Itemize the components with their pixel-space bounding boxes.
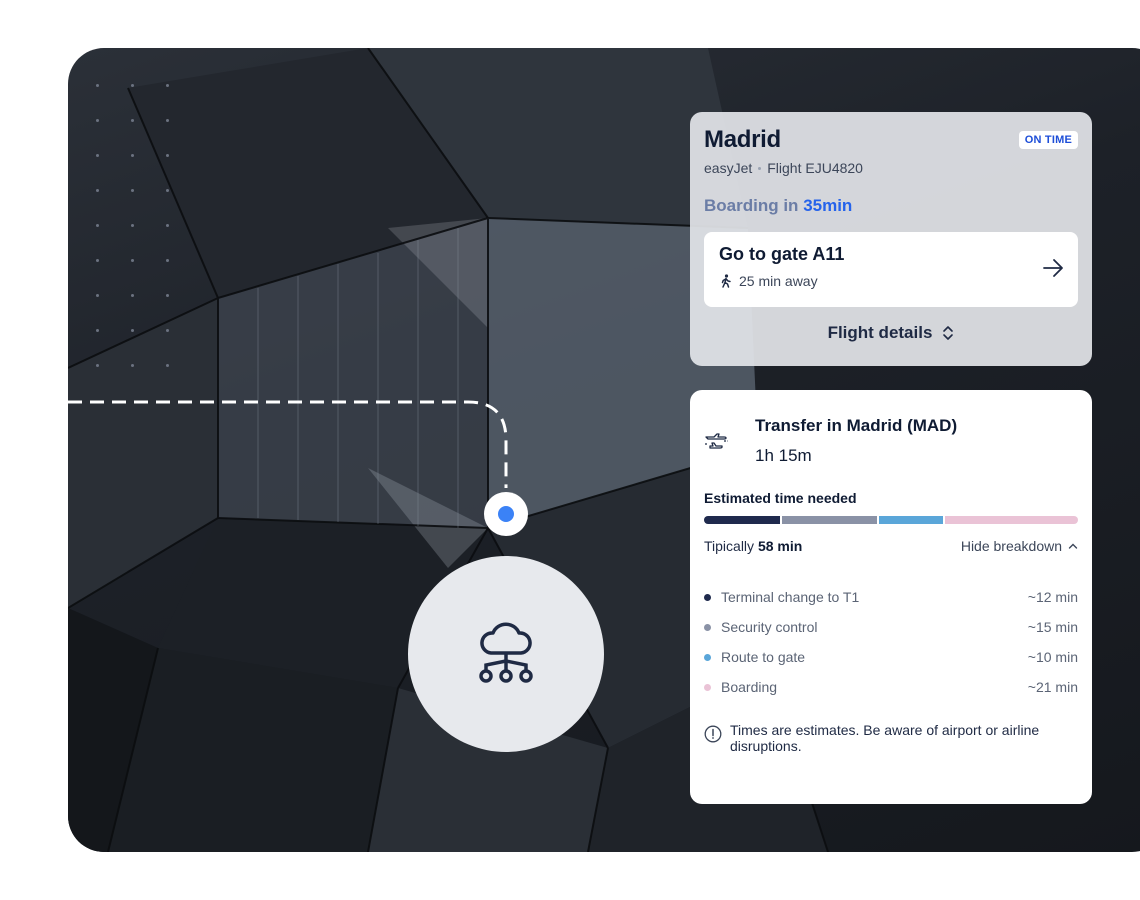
transfer-header: Transfer in Madrid (MAD) 1h 15m <box>704 390 1078 480</box>
step-label: Terminal change to T1 <box>721 589 860 605</box>
airline-name: easyJet <box>704 160 753 176</box>
grid-dot <box>131 84 134 87</box>
go-to-gate-button[interactable]: Go to gate A11 25 min away <box>704 232 1078 307</box>
transfer-duration: 1h 15m <box>755 446 812 465</box>
grid-dot <box>166 224 169 227</box>
cloud-network-icon <box>479 622 533 683</box>
grid-dot <box>166 154 169 157</box>
disclaimer-note: Times are estimates. Be aware of airport… <box>704 722 1078 754</box>
grid-dot <box>131 119 134 122</box>
grid-dot <box>166 84 169 87</box>
grid-dot <box>166 364 169 367</box>
grid-dot <box>166 189 169 192</box>
dot-grid-decoration <box>96 84 176 384</box>
bar-segment <box>879 516 943 524</box>
step-time: ~10 min <box>1027 649 1078 665</box>
bar-segment <box>782 516 878 524</box>
step-color-dot <box>704 653 711 661</box>
transfer-card: Transfer in Madrid (MAD) 1h 15m Estimate… <box>690 390 1092 804</box>
step-time: ~21 min <box>1027 679 1078 695</box>
grid-dot <box>166 119 169 122</box>
status-badge: ON TIME <box>1018 131 1078 149</box>
grid-dot <box>166 294 169 297</box>
estimate-label: Estimated time needed <box>704 490 857 506</box>
typical-prefix: Tipically <box>704 538 755 554</box>
grid-dot <box>131 259 134 262</box>
arrow-right-icon <box>1043 259 1063 277</box>
list-item: Boarding ~21 min <box>704 672 1078 702</box>
transfer-title: Transfer in Madrid (MAD) <box>755 416 958 435</box>
step-time: ~15 min <box>1027 619 1078 635</box>
grid-dot <box>96 84 99 87</box>
plane-transfer-icon <box>705 433 728 449</box>
boarding-prefix: Boarding in <box>704 196 799 215</box>
step-label: Security control <box>721 619 818 635</box>
gate-title: Go to gate A11 <box>719 244 845 264</box>
grid-dot <box>166 259 169 262</box>
flight-subtitle: easyJet Flight EJU4820 <box>704 160 1078 176</box>
step-time: ~12 min <box>1027 589 1078 605</box>
grid-dot <box>96 294 99 297</box>
typical-time: Tipically 58 min <box>704 538 802 554</box>
chevron-up-icon <box>1068 543 1078 549</box>
list-item: Route to gate ~10 min <box>704 642 1078 672</box>
walking-person-icon <box>721 274 731 288</box>
grid-dot <box>96 189 99 192</box>
list-item: Security control ~15 min <box>704 612 1078 642</box>
gate-distance: 25 min away <box>739 273 818 289</box>
info-icon <box>704 725 722 743</box>
grid-dot <box>96 119 99 122</box>
flight-details-toggle[interactable]: Flight details <box>704 323 1078 343</box>
grid-dot <box>96 329 99 332</box>
flight-details-label: Flight details <box>827 323 933 342</box>
bar-segment <box>944 516 1078 524</box>
bar-segment <box>704 516 781 524</box>
grid-dot <box>96 364 99 367</box>
flight-number: Flight EJU4820 <box>767 160 863 176</box>
disclaimer-text: Times are estimates. Be aware of airport… <box>730 722 1040 754</box>
step-label: Boarding <box>721 679 778 695</box>
list-item: Terminal change to T1 ~12 min <box>704 582 1078 612</box>
grid-dot <box>131 189 134 192</box>
grid-dot <box>166 329 169 332</box>
grid-dot <box>96 154 99 157</box>
typical-value: 58 min <box>757 538 803 554</box>
time-breakdown-bar <box>704 516 1078 524</box>
cloud-network-badge <box>408 556 604 752</box>
grid-dot <box>96 259 99 262</box>
step-color-dot <box>704 593 711 601</box>
boarding-time: 35min <box>803 196 853 215</box>
grid-dot <box>96 224 99 227</box>
hide-breakdown-button[interactable]: Hide breakdown <box>961 538 1078 554</box>
separator-dot <box>758 166 762 170</box>
breakdown-list: Terminal change to T1 ~12 min Security c… <box>704 582 1078 702</box>
step-color-dot <box>704 623 711 631</box>
step-color-dot <box>704 683 711 691</box>
grid-dot <box>131 154 134 157</box>
grid-dot <box>131 294 134 297</box>
grid-dot <box>131 364 134 367</box>
grid-dot <box>131 329 134 332</box>
boarding-countdown: Boarding in 35min <box>704 196 1078 216</box>
flight-card: Madrid ON TIME easyJet Flight EJU4820 Bo… <box>690 112 1092 366</box>
typical-time-row: Tipically 58 min Hide breakdown <box>704 538 1078 554</box>
chevron-up-down-icon <box>943 326 954 340</box>
dashed-connector-line <box>68 400 508 488</box>
step-label: Route to gate <box>721 649 806 665</box>
connector-node <box>484 492 528 536</box>
gate-distance-row: 25 min away <box>719 273 1063 289</box>
node-blue-dot <box>498 506 514 522</box>
hide-breakdown-label: Hide breakdown <box>960 538 1062 554</box>
grid-dot <box>131 224 134 227</box>
